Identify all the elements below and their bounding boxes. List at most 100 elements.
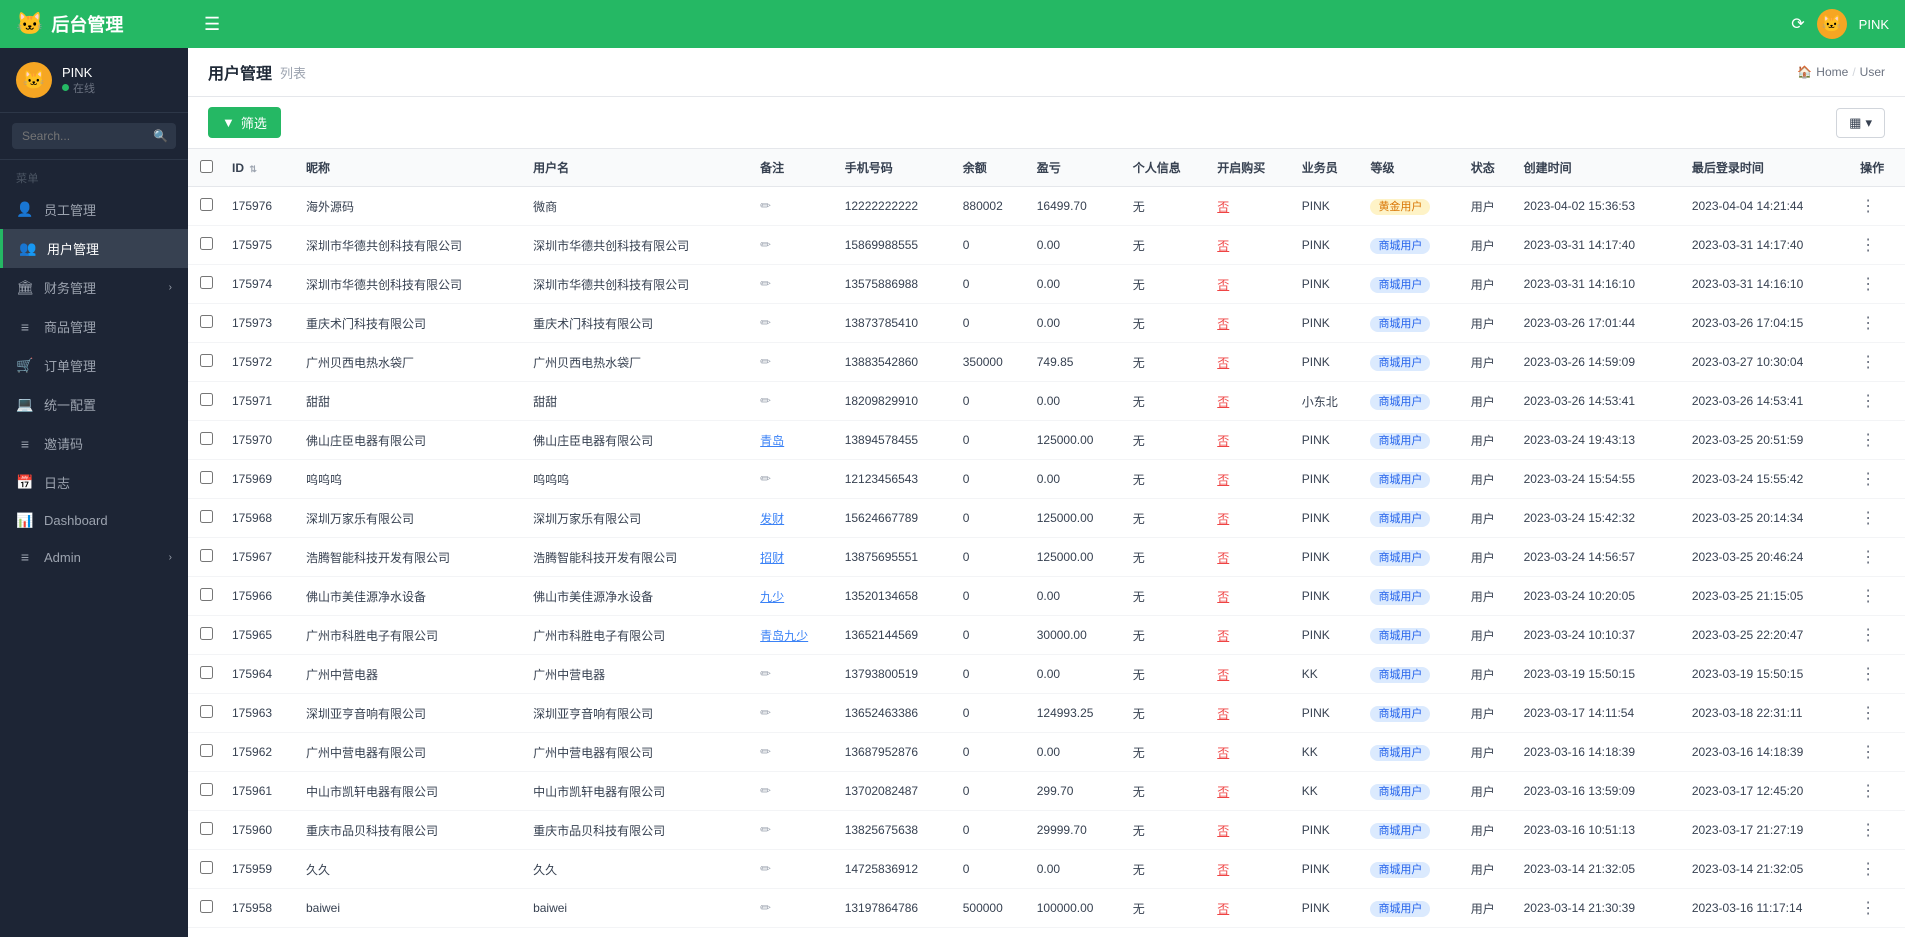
- row-checkbox[interactable]: [200, 354, 213, 367]
- purchase-toggle[interactable]: 否: [1217, 785, 1229, 799]
- cell-id: 175968: [224, 499, 298, 538]
- select-all-checkbox[interactable]: [200, 160, 213, 173]
- cell-salesman: PINK: [1294, 811, 1363, 850]
- row-checkbox[interactable]: [200, 315, 213, 328]
- edit-icon[interactable]: ✏: [760, 315, 771, 330]
- purchase-toggle[interactable]: 否: [1217, 902, 1229, 916]
- purchase-toggle[interactable]: 否: [1217, 551, 1229, 565]
- purchase-toggle[interactable]: 否: [1217, 863, 1229, 877]
- filter-button[interactable]: ▼ 筛选: [208, 107, 281, 138]
- row-checkbox[interactable]: [200, 627, 213, 640]
- action-menu-button[interactable]: ⋮: [1860, 237, 1876, 254]
- action-menu-button[interactable]: ⋮: [1860, 198, 1876, 215]
- edit-icon[interactable]: ✏: [760, 354, 771, 369]
- note-link[interactable]: 发财: [760, 512, 784, 526]
- edit-icon[interactable]: ✏: [760, 237, 771, 252]
- row-checkbox[interactable]: [200, 510, 213, 523]
- status-dot: [62, 84, 69, 91]
- edit-icon[interactable]: ✏: [760, 705, 771, 720]
- action-menu-button[interactable]: ⋮: [1860, 432, 1876, 449]
- edit-icon[interactable]: ✏: [760, 393, 771, 408]
- purchase-toggle[interactable]: 否: [1217, 317, 1229, 331]
- nav-item-staff[interactable]: 👤 员工管理: [0, 190, 188, 229]
- row-checkbox[interactable]: [200, 822, 213, 835]
- purchase-toggle[interactable]: 否: [1217, 473, 1229, 487]
- action-menu-button[interactable]: ⋮: [1860, 549, 1876, 566]
- edit-icon[interactable]: ✏: [760, 861, 771, 876]
- row-checkbox[interactable]: [200, 432, 213, 445]
- refresh-button[interactable]: ⟳: [1791, 14, 1804, 34]
- row-checkbox[interactable]: [200, 237, 213, 250]
- purchase-toggle[interactable]: 否: [1217, 239, 1229, 253]
- action-menu-button[interactable]: ⋮: [1860, 393, 1876, 410]
- action-menu-button[interactable]: ⋮: [1860, 861, 1876, 878]
- action-menu-button[interactable]: ⋮: [1860, 744, 1876, 761]
- menu-toggle-button[interactable]: ☰: [204, 14, 220, 35]
- purchase-toggle[interactable]: 否: [1217, 629, 1229, 643]
- purchase-toggle[interactable]: 否: [1217, 434, 1229, 448]
- row-checkbox[interactable]: [200, 471, 213, 484]
- action-menu-button[interactable]: ⋮: [1860, 705, 1876, 722]
- edit-icon[interactable]: ✏: [760, 471, 771, 486]
- row-checkbox[interactable]: [200, 276, 213, 289]
- row-checkbox[interactable]: [200, 900, 213, 913]
- purchase-toggle[interactable]: 否: [1217, 200, 1229, 214]
- action-menu-button[interactable]: ⋮: [1860, 627, 1876, 644]
- cell-level: 商城用户: [1362, 382, 1462, 421]
- action-menu-button[interactable]: ⋮: [1860, 783, 1876, 800]
- purchase-toggle[interactable]: 否: [1217, 356, 1229, 370]
- edit-icon[interactable]: ✏: [760, 783, 771, 798]
- purchase-toggle[interactable]: 否: [1217, 395, 1229, 409]
- nav-item-dashboard[interactable]: 📊 Dashboard: [0, 502, 188, 539]
- purchase-toggle[interactable]: 否: [1217, 707, 1229, 721]
- row-checkbox[interactable]: [200, 393, 213, 406]
- action-menu-button[interactable]: ⋮: [1860, 276, 1876, 293]
- edit-icon[interactable]: ✏: [760, 822, 771, 837]
- action-menu-button[interactable]: ⋮: [1860, 510, 1876, 527]
- purchase-toggle[interactable]: 否: [1217, 590, 1229, 604]
- nav-item-order[interactable]: 🛒 订单管理: [0, 346, 188, 385]
- edit-icon[interactable]: ✏: [760, 744, 771, 759]
- purchase-toggle[interactable]: 否: [1217, 668, 1229, 682]
- row-checkbox[interactable]: [200, 705, 213, 718]
- action-menu-button[interactable]: ⋮: [1860, 588, 1876, 605]
- nav-item-log[interactable]: 📅 日志: [0, 463, 188, 502]
- action-menu-button[interactable]: ⋮: [1860, 471, 1876, 488]
- nav-item-admin[interactable]: ≡ Admin ›: [0, 539, 188, 575]
- note-link[interactable]: 九少: [760, 590, 784, 604]
- search-input[interactable]: [12, 123, 176, 149]
- action-menu-button[interactable]: ⋮: [1860, 354, 1876, 371]
- note-link[interactable]: 招财: [760, 551, 784, 565]
- row-checkbox[interactable]: [200, 744, 213, 757]
- edit-icon[interactable]: ✏: [760, 666, 771, 681]
- nav-item-invite[interactable]: ≡ 邀请码: [0, 424, 188, 463]
- columns-button[interactable]: ▦ ▾: [1836, 108, 1885, 138]
- nav-item-config[interactable]: 💻 统一配置: [0, 385, 188, 424]
- edit-icon[interactable]: ✏: [760, 276, 771, 291]
- sort-icon-id[interactable]: ⇅: [249, 164, 257, 174]
- row-checkbox[interactable]: [200, 861, 213, 874]
- nav-item-finance[interactable]: 🏛 财务管理 ›: [0, 268, 188, 307]
- col-id: ID ⇅: [224, 149, 298, 187]
- edit-icon[interactable]: ✏: [760, 198, 771, 213]
- purchase-toggle[interactable]: 否: [1217, 278, 1229, 292]
- nav-item-goods[interactable]: ≡ 商品管理: [0, 307, 188, 346]
- nav-item-user[interactable]: 👥 用户管理: [0, 229, 188, 268]
- purchase-toggle[interactable]: 否: [1217, 746, 1229, 760]
- row-checkbox[interactable]: [200, 549, 213, 562]
- cell-id: 175964: [224, 655, 298, 694]
- row-checkbox[interactable]: [200, 198, 213, 211]
- note-link[interactable]: 青岛: [760, 434, 784, 448]
- row-checkbox[interactable]: [200, 588, 213, 601]
- action-menu-button[interactable]: ⋮: [1860, 666, 1876, 683]
- action-menu-button[interactable]: ⋮: [1860, 900, 1876, 917]
- action-menu-button[interactable]: ⋮: [1860, 315, 1876, 332]
- note-link[interactable]: 青岛九少: [760, 629, 808, 643]
- edit-icon[interactable]: ✏: [760, 900, 771, 915]
- purchase-toggle[interactable]: 否: [1217, 824, 1229, 838]
- row-checkbox[interactable]: [200, 783, 213, 796]
- action-menu-button[interactable]: ⋮: [1860, 822, 1876, 839]
- row-checkbox[interactable]: [200, 666, 213, 679]
- breadcrumb-home[interactable]: Home: [1816, 65, 1848, 79]
- purchase-toggle[interactable]: 否: [1217, 512, 1229, 526]
